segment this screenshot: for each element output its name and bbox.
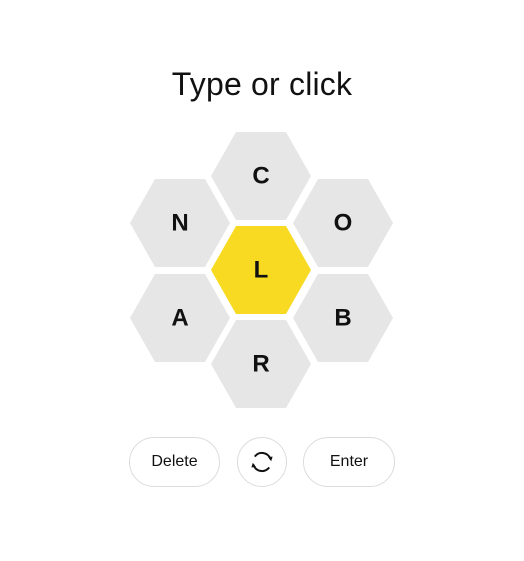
hive-actions: Delete Enter [0,437,524,487]
enter-button[interactable]: Enter [303,437,395,487]
shuffle-icon [251,451,273,473]
hive-cell-bottom[interactable]: R [211,320,311,408]
delete-button[interactable]: Delete [129,437,220,487]
hive-cell-top[interactable]: C [211,132,311,220]
hive-cell-lower-right[interactable]: B [293,274,393,362]
hive-cell-lower-left[interactable]: A [130,274,230,362]
hive-cell-center[interactable]: L [211,226,311,314]
hive-cell-upper-left[interactable]: N [130,179,230,267]
shuffle-button[interactable] [237,437,287,487]
hive-letter: B [334,305,351,332]
hive-letter: R [252,351,269,378]
hive-letter: C [252,163,269,190]
center-letter: L [254,257,269,284]
hive-letter: O [334,210,353,237]
hive-cell-upper-right[interactable]: O [293,179,393,267]
hive-letter: N [171,210,188,237]
hive-letter: A [171,305,188,332]
